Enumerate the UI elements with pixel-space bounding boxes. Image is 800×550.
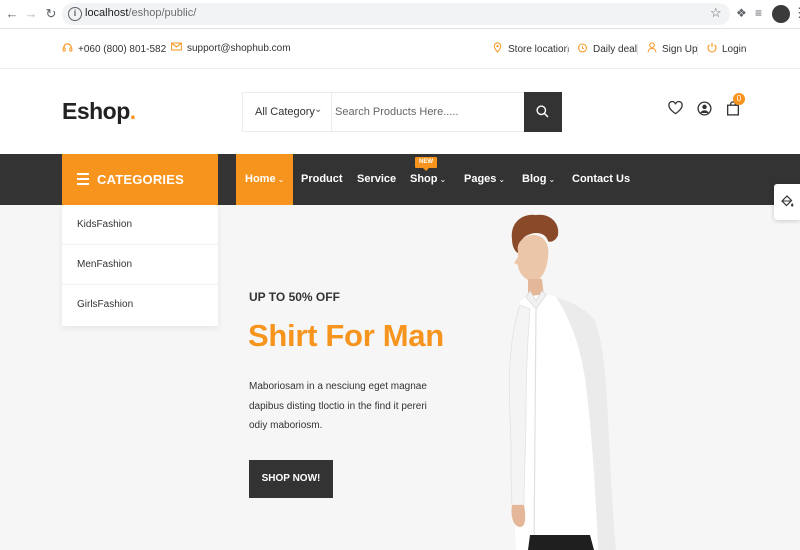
sign-up-label: Sign Up bbox=[662, 43, 698, 55]
power-icon bbox=[706, 42, 717, 56]
login-label: Login bbox=[722, 43, 747, 55]
hamburger-icon bbox=[77, 173, 89, 185]
user-icon bbox=[646, 42, 657, 56]
category-item-men-fashion[interactable]: MenFashion bbox=[62, 245, 218, 285]
new-badge: NEW bbox=[415, 157, 437, 171]
divider bbox=[567, 44, 568, 55]
nav-item-service[interactable]: Service bbox=[357, 154, 396, 205]
chevron-down-icon: ⌄ bbox=[314, 104, 323, 115]
reading-list-icon[interactable]: ≡ bbox=[755, 6, 762, 20]
account-icon[interactable] bbox=[697, 101, 715, 119]
site-logo[interactable]: Eshop. bbox=[62, 98, 136, 125]
categories-toggle[interactable]: CATEGORIES bbox=[62, 154, 218, 205]
divider bbox=[697, 44, 698, 55]
categories-dropdown: KidsFashion MenFashion GirlsFashion bbox=[62, 205, 218, 326]
top-info-bar: +060 (800) 801-582 support@shophub.com S… bbox=[0, 29, 800, 69]
alarm-clock-icon bbox=[577, 42, 588, 56]
address-bar[interactable]: i localhost/eshop/public/ bbox=[62, 3, 730, 25]
heart-icon[interactable] bbox=[668, 100, 686, 119]
email-contact[interactable]: support@shophub.com bbox=[171, 42, 291, 54]
category-item-kids-fashion[interactable]: KidsFashion bbox=[62, 205, 218, 245]
hero-model-image bbox=[508, 214, 616, 550]
store-location-label: Store location bbox=[508, 43, 570, 55]
nav-item-contact-us[interactable]: Contact Us bbox=[572, 154, 630, 205]
site-info-icon[interactable]: i bbox=[68, 7, 82, 21]
url-text: localhost/eshop/public/ bbox=[85, 7, 197, 19]
divider bbox=[637, 44, 638, 55]
extensions-puzzle-icon[interactable]: ❖ bbox=[736, 6, 747, 20]
nav-item-pages[interactable]: Pages ⌄ bbox=[464, 154, 505, 205]
chevron-down-icon: ⌄ bbox=[439, 175, 447, 184]
search-bar: All Category ⌄ bbox=[242, 92, 562, 132]
search-input[interactable] bbox=[335, 94, 521, 130]
back-arrow-icon[interactable]: ← bbox=[4, 6, 20, 22]
nav-item-blog[interactable]: Blog ⌄ bbox=[522, 154, 555, 205]
category-select[interactable]: All Category ⌄ bbox=[243, 93, 332, 131]
sign-up-link[interactable]: Sign Up bbox=[646, 42, 698, 56]
cart-count-badge: 0 bbox=[733, 93, 745, 105]
envelope-icon bbox=[171, 42, 182, 54]
hero-description: Maboriosam in a nesciung eget magnae dap… bbox=[249, 381, 427, 431]
chevron-down-icon: ⌄ bbox=[548, 175, 556, 184]
login-link[interactable]: Login bbox=[706, 42, 746, 56]
site-header: Eshop. All Category ⌄ 0 bbox=[0, 69, 800, 154]
store-location-link[interactable]: Store location bbox=[492, 42, 569, 56]
browser-menu-icon[interactable]: ⋮ bbox=[793, 5, 800, 21]
nav-item-product[interactable]: Product bbox=[301, 154, 343, 205]
nav-item-home[interactable]: Home ⌄ bbox=[236, 154, 294, 205]
search-button[interactable] bbox=[524, 92, 562, 132]
reload-icon[interactable]: ↻ bbox=[43, 6, 59, 22]
map-pin-icon bbox=[492, 42, 503, 56]
email-address: support@shophub.com bbox=[187, 42, 291, 54]
categories-label: CATEGORIES bbox=[97, 172, 184, 187]
phone-contact: +060 (800) 801-582 bbox=[62, 42, 166, 56]
profile-avatar[interactable] bbox=[772, 5, 790, 23]
chevron-down-icon: ⌄ bbox=[277, 175, 285, 184]
browser-toolbar: ← → ↻ i localhost/eshop/public/ ☆ ❖ ≡ ⋮ bbox=[0, 0, 800, 29]
forward-arrow-icon[interactable]: → bbox=[23, 6, 39, 22]
category-select-value: All Category bbox=[255, 106, 315, 118]
daily-deal-label: Daily deal bbox=[593, 43, 637, 55]
main-navbar: CATEGORIES Home ⌄ Product Service Shop ⌄ P… bbox=[0, 154, 800, 205]
paint-bucket-icon bbox=[781, 195, 794, 207]
hero-kicker: UP TO 50% OFF bbox=[249, 290, 340, 304]
hero-title: Shirt For Man bbox=[248, 318, 444, 353]
chevron-down-icon: ⌄ bbox=[498, 175, 506, 184]
phone-number: +060 (800) 801-582 bbox=[78, 43, 167, 55]
headset-icon bbox=[62, 42, 73, 56]
bookmark-star-icon[interactable]: ☆ bbox=[710, 5, 722, 21]
shop-now-button[interactable]: SHOP NOW! bbox=[249, 460, 333, 498]
category-item-girls-fashion[interactable]: GirlsFashion bbox=[62, 285, 218, 325]
search-icon bbox=[536, 105, 549, 118]
daily-deal-link[interactable]: Daily deal bbox=[577, 42, 637, 56]
theme-customizer-tab[interactable] bbox=[774, 184, 800, 220]
